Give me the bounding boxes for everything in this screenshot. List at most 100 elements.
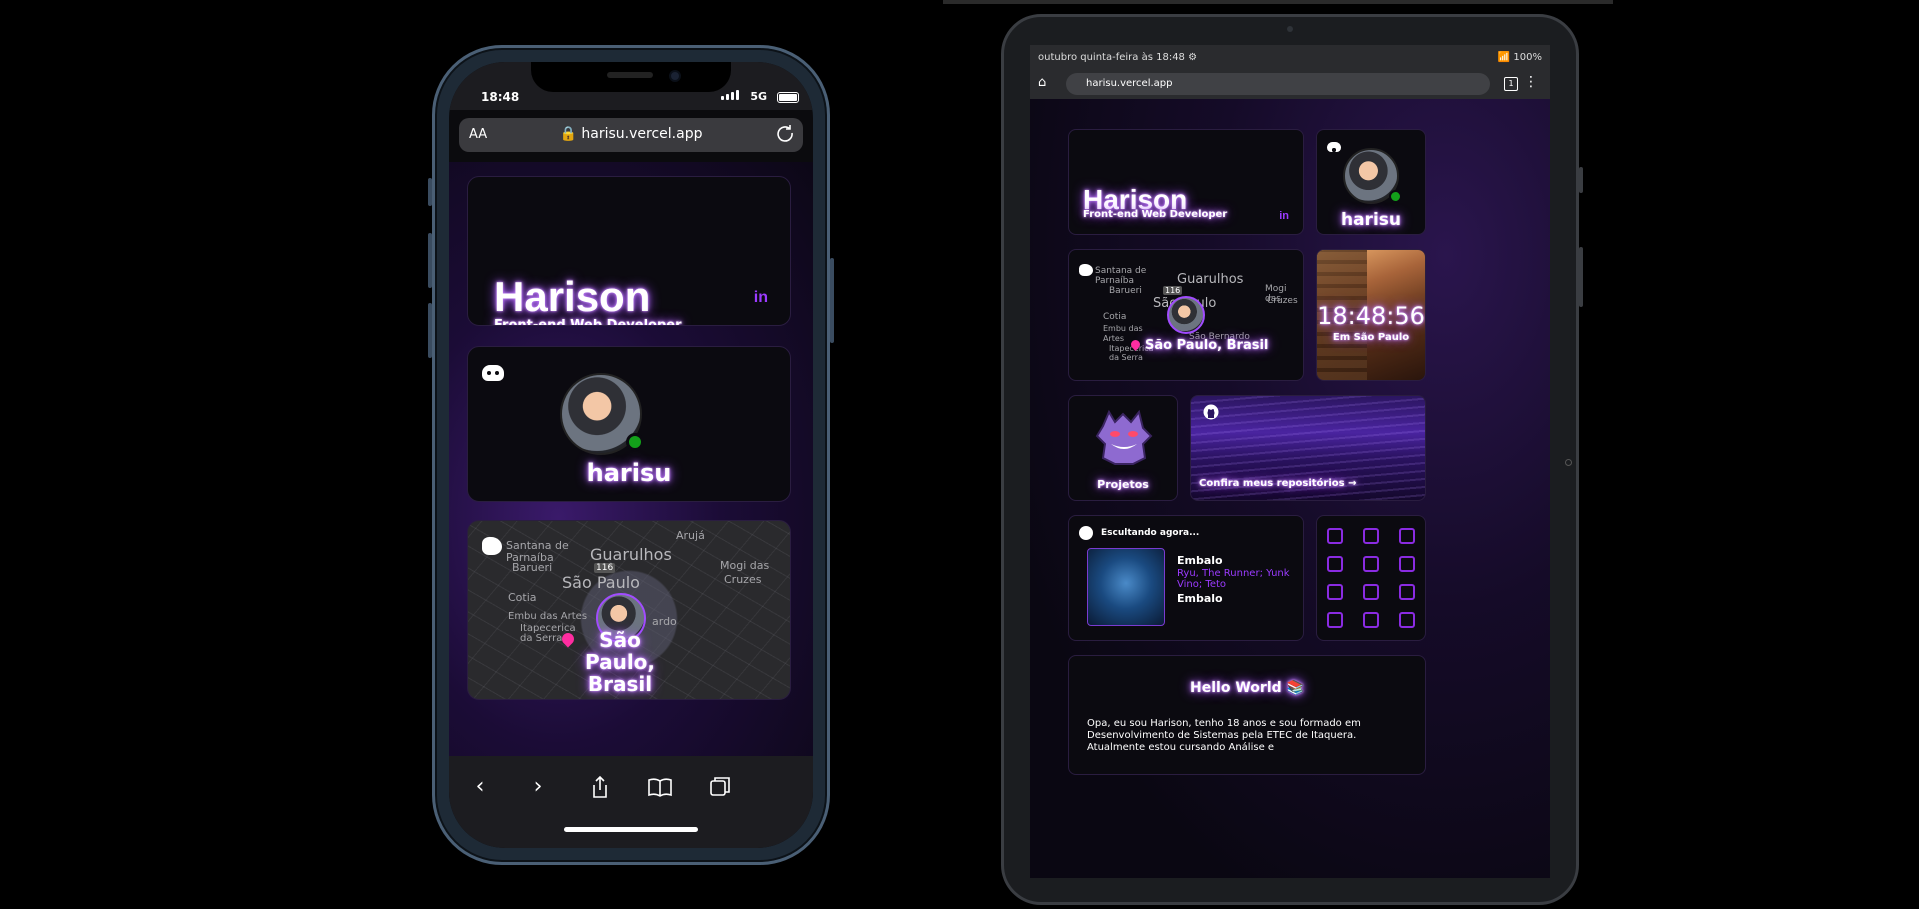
map-label: Cotia	[508, 591, 537, 604]
share-icon[interactable]	[585, 772, 615, 802]
map-label: Guarulhos	[1177, 272, 1244, 287]
top-divider	[943, 0, 1613, 4]
css3-icon	[1363, 528, 1379, 544]
linkedin-icon[interactable]: in	[1279, 210, 1289, 222]
react-icon	[1327, 556, 1343, 572]
highway-shield: 116	[1163, 286, 1183, 295]
profile-role: Front-end Web Developer	[494, 318, 682, 326]
online-status-icon	[626, 433, 644, 451]
signal-icon	[721, 90, 739, 100]
safari-toolbar: ‹ ›	[449, 756, 813, 848]
map-label: São Paulo	[562, 573, 640, 592]
tablet-power-button	[1579, 167, 1583, 193]
url-text: 🔒 harisu.vercel.app	[559, 126, 703, 142]
clock-time: 18:48:56	[1317, 302, 1425, 330]
bookmarks-icon[interactable]	[645, 772, 675, 802]
map-label: da Serra	[520, 633, 563, 644]
location-line-1: São Paulo,	[584, 628, 656, 674]
track-album: Embalo	[1177, 592, 1223, 605]
brazil-map-icon	[482, 537, 502, 555]
discord-icon	[1327, 142, 1341, 152]
home-indicator	[564, 827, 698, 832]
map-label: Cruzes	[1267, 296, 1298, 306]
discord-card[interactable]: harisu	[467, 346, 791, 502]
spotify-icon	[1079, 526, 1093, 540]
spotify-card[interactable]: Escultando agora... Embalo Ryu, The Runn…	[1068, 515, 1304, 641]
highway-shield: 116	[594, 563, 616, 573]
tablet-volume-button	[1579, 247, 1583, 307]
sass-icon	[1363, 584, 1379, 600]
status-datetime: outubro quinta-feira às 18:48 ⚙	[1038, 52, 1198, 63]
clock-caption: Em São Paulo	[1332, 332, 1410, 343]
tablet-screen: outubro quinta-feira às 18:48 ⚙ 📶 100% ⌂…	[1030, 45, 1550, 878]
linkedin-icon[interactable]: in	[754, 289, 768, 307]
vscode-icon	[1399, 612, 1415, 628]
tabs-icon[interactable]	[705, 772, 735, 802]
url-value: harisu.vercel.app	[581, 126, 703, 142]
profile-card: Harison Front-end Web Developer in	[1068, 129, 1304, 235]
discord-card[interactable]: harisu	[1316, 129, 1426, 235]
tab-count-button[interactable]: 1	[1504, 77, 1518, 91]
network-label: 5G	[750, 90, 767, 103]
phone-web-page: Harison Front-end Web Developer in haris…	[449, 162, 813, 756]
location-line-2: Brasil	[587, 672, 653, 696]
map-label: Mogi das	[720, 559, 770, 572]
vue-icon	[1399, 556, 1415, 572]
battery-icon	[777, 92, 799, 103]
reload-icon[interactable]	[775, 123, 795, 143]
map-label: da Serra	[1109, 353, 1143, 362]
styled-components-icon	[1363, 612, 1379, 628]
location-map-card: Santana de Parnaíba Barueri Guarulhos Sã…	[467, 520, 791, 700]
location-map-card: Santana de Parnaíba Barueri Guarulhos Sã…	[1068, 249, 1304, 381]
location-name: São Paulo, Brasil	[1145, 338, 1269, 353]
map-label: Artes	[1103, 334, 1124, 343]
tech-icon-grid	[1327, 528, 1425, 628]
more-menu-icon[interactable]: ⋮	[1524, 74, 1538, 90]
address-bar[interactable]: AA 🔒 harisu.vercel.app	[459, 118, 803, 152]
album-cover	[1087, 548, 1165, 626]
map-label: Guarulhos	[590, 545, 672, 564]
discord-username: harisu	[1340, 210, 1401, 230]
map-label: Arujá	[676, 529, 705, 542]
clock-card: 18:48:56 Em São Paulo	[1316, 249, 1426, 381]
map-label: Barueri	[512, 561, 553, 574]
profile-name: Harison	[494, 273, 651, 320]
javascript-icon	[1399, 528, 1415, 544]
about-card: Hello World 📚 Opa, eu sou Harison, tenho…	[1068, 655, 1426, 775]
iphone-mockup: 18:48 5G AA 🔒 harisu.vercel.app Harison …	[428, 45, 834, 865]
tablet-web-page: Harison Front-end Web Developer in haris…	[1030, 99, 1550, 878]
projects-label: Projetos	[1097, 478, 1149, 491]
spotify-heading: Escultando agora...	[1101, 528, 1200, 538]
location-name: São Paulo, Brasil	[568, 629, 672, 695]
online-status-icon	[1389, 190, 1402, 203]
map-label: ardo	[652, 615, 677, 628]
home-icon[interactable]: ⌂	[1038, 76, 1054, 90]
address-bar[interactable]: harisu.vercel.app	[1066, 73, 1490, 95]
forward-button[interactable]: ›	[523, 772, 553, 802]
tablet-status-bar: outubro quinta-feira às 18:48 ⚙ 📶 100%	[1030, 45, 1550, 69]
power-button	[830, 258, 834, 343]
github-card[interactable]: Confira meus repositórios →	[1190, 395, 1426, 501]
map-label: Barueri	[1109, 286, 1142, 296]
map-label: Embu das Artes	[508, 611, 588, 622]
front-camera-icon	[669, 70, 681, 82]
map-label: Cotia	[1103, 312, 1127, 322]
volume-up-button	[428, 233, 432, 288]
chrome-toolbar: ⌂ harisu.vercel.app 1 ⋮	[1030, 69, 1550, 99]
tech-stack-card	[1316, 515, 1426, 641]
track-artists: Ryu, The Runner; Yunk Vino; Teto	[1177, 568, 1290, 590]
map-label: Cruzes	[724, 573, 762, 586]
git-icon	[1399, 584, 1415, 600]
brazil-map-icon	[1079, 264, 1093, 276]
tablet-mockup: outubro quinta-feira às 18:48 ⚙ 📶 100% ⌂…	[1001, 14, 1583, 905]
phone-screen: 18:48 5G AA 🔒 harisu.vercel.app Harison …	[449, 62, 813, 848]
projects-card[interactable]: Projetos	[1068, 395, 1178, 501]
map-avatar	[1167, 296, 1205, 334]
volume-down-button	[428, 303, 432, 358]
status-battery: 📶 100%	[1497, 52, 1542, 63]
notch	[531, 62, 731, 92]
discord-username: harisu	[586, 459, 672, 487]
github-icon	[1203, 404, 1219, 420]
url-value: harisu.vercel.app	[1086, 78, 1173, 89]
back-button[interactable]: ‹	[465, 772, 495, 802]
